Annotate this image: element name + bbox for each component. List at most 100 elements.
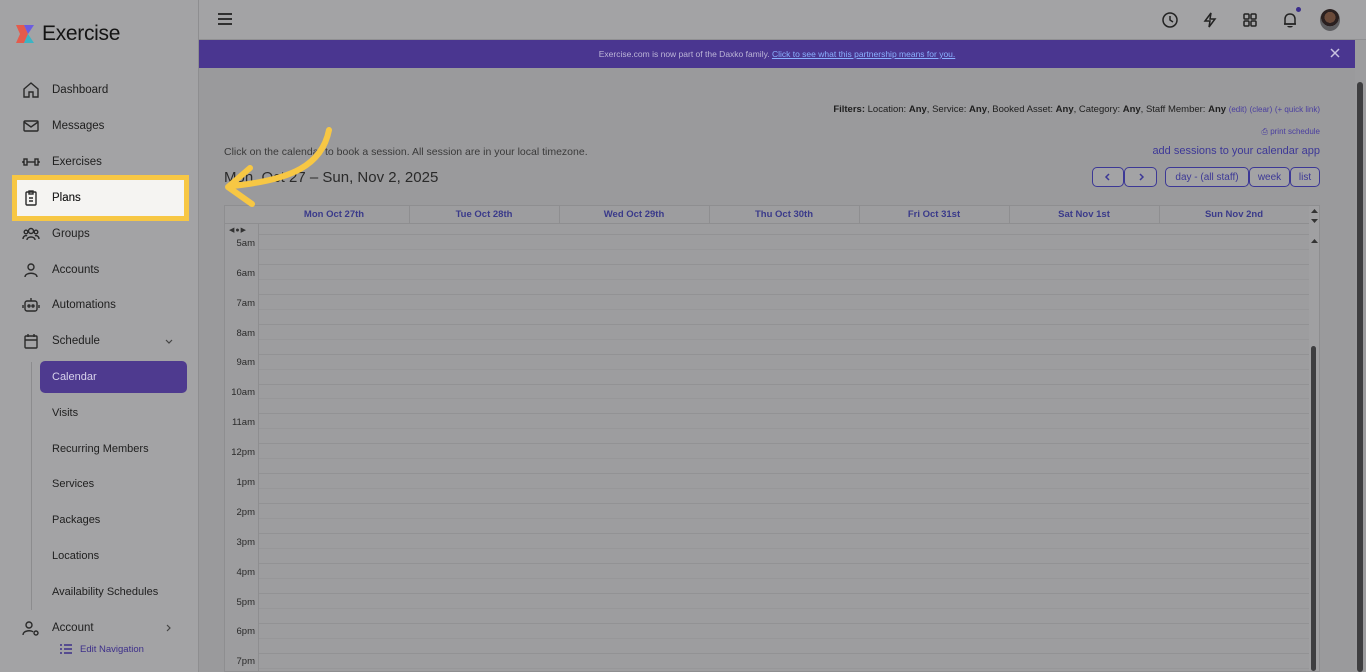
plans-highlight-label: Plans (52, 192, 81, 204)
filter-asset-value: Any (1055, 104, 1074, 115)
banner-message: Exercise.com is now part of the Daxko fa… (199, 49, 1355, 59)
hamburger-menu-icon[interactable] (218, 13, 232, 25)
grid-line (259, 443, 1309, 445)
sidebar-subitem-availability-schedules[interactable]: Availability Schedules (52, 586, 158, 598)
sidebar-subitem-recurring-members[interactable]: Recurring Members (52, 443, 149, 455)
app-logo[interactable]: Exercise (14, 22, 120, 46)
dumbbell-icon (22, 158, 40, 166)
grid-line (259, 338, 1309, 340)
sidebar-item-accounts[interactable]: Accounts (22, 260, 99, 280)
lightning-icon[interactable] (1201, 11, 1219, 29)
edit-navigation-link[interactable]: Edit Navigation (59, 643, 144, 655)
printer-icon: ⎙ (1261, 127, 1268, 136)
mail-icon (23, 120, 39, 132)
list-icon (60, 644, 72, 654)
grid-line (259, 248, 1309, 250)
filter-staff-label: Staff Member: (1145, 104, 1206, 115)
calendar-icon (24, 334, 38, 349)
apps-grid-icon[interactable] (1241, 11, 1259, 29)
sidebar-item-automations[interactable]: Automations (22, 295, 116, 315)
sidebar-item-label: Account (52, 622, 94, 634)
page-scrollbar[interactable] (1355, 40, 1366, 672)
day-all-staff-button[interactable]: day - (all staff) (1165, 167, 1249, 187)
next-week-button[interactable] (1124, 167, 1157, 187)
filter-location-value: Any (908, 104, 927, 115)
add-sessions-link[interactable]: add sessions to your calendar app (1152, 145, 1320, 157)
grid-line (259, 278, 1309, 280)
grid-line (259, 518, 1309, 520)
day-header: Sat Nov 1st (1058, 209, 1110, 220)
grid-line (259, 488, 1309, 490)
hour-label: 2pm (236, 507, 255, 518)
list-view-button[interactable]: list (1290, 167, 1320, 187)
sidebar-item-account[interactable]: Account (22, 618, 94, 638)
scroll-up-icon (1311, 239, 1318, 243)
filters-quick-link[interactable]: (+ quick link) (1275, 105, 1320, 114)
bell-icon[interactable] (1281, 11, 1299, 29)
sidebar-item-label: Groups (52, 228, 90, 240)
users-icon (22, 227, 40, 241)
calendar-scrollbar-thumb[interactable] (1311, 346, 1316, 671)
grid-line (259, 308, 1309, 310)
hour-label: 6am (236, 268, 255, 279)
calendar-scrollbar[interactable] (1309, 206, 1319, 671)
sidebar-subitem-visits[interactable]: Visits (52, 407, 78, 419)
clock-icon[interactable] (1161, 11, 1179, 29)
grid-line (259, 263, 1309, 265)
filters-edit-link[interactable]: (edit) (1229, 105, 1247, 114)
print-schedule-link[interactable]: ⎙ print schedule (1262, 127, 1320, 137)
grid-line (259, 293, 1309, 295)
sidebar-item-dashboard[interactable]: Dashboard (22, 80, 108, 100)
grid-line (259, 503, 1309, 505)
grid-line (259, 637, 1309, 639)
banner-link[interactable]: Click to see what this partnership means… (772, 49, 955, 59)
grid-line (259, 607, 1309, 609)
grid-line (259, 622, 1309, 624)
sidebar-item-messages[interactable]: Messages (22, 116, 104, 136)
sidebar-item-label: Accounts (52, 264, 100, 276)
day-header: Thu Oct 30th (754, 209, 814, 220)
home-icon (23, 82, 39, 98)
avatar[interactable] (1320, 9, 1340, 31)
day-header: Tue Oct 28th (455, 209, 513, 220)
grid-line (259, 458, 1309, 460)
sidebar-subitem-services[interactable]: Services (52, 478, 94, 490)
calendar-hint: Click on the calendar to book a session.… (224, 146, 588, 158)
week-calendar[interactable]: Mon Oct 27th Tue Oct 28th Wed Oct 29th T… (224, 205, 1320, 672)
chevron-down-icon[interactable] (164, 337, 174, 347)
filter-asset-label: Booked Asset: (992, 104, 1054, 115)
filters-line: Filters: Location: Any, Service: Any, Bo… (833, 104, 1320, 115)
time-axis: 5am 6am 7am 8am 9am 10am 11am 12pm 1pm 2… (225, 224, 259, 671)
chevron-right-icon[interactable] (164, 623, 174, 633)
grid-line (259, 562, 1309, 564)
sidebar-subitem-calendar[interactable]: Calendar (40, 361, 187, 393)
filter-service-label: Service: (932, 104, 967, 115)
notification-dot (1296, 7, 1301, 12)
week-view-button[interactable]: week (1249, 167, 1290, 187)
grid-line (259, 667, 1309, 669)
hour-label: 7pm (236, 656, 255, 667)
day-header: Fri Oct 31st (907, 209, 961, 220)
sidebar-item-groups[interactable]: Groups (22, 224, 90, 244)
hour-label: 10am (231, 387, 255, 398)
page-scrollbar-thumb[interactable] (1357, 82, 1363, 672)
clipboard-icon (25, 190, 37, 206)
user-settings-icon (22, 621, 39, 636)
sidebar-subitem-locations[interactable]: Locations (52, 550, 99, 562)
hour-label: 7am (236, 298, 255, 309)
filter-category-value: Any (1122, 104, 1141, 115)
prev-week-button[interactable] (1092, 167, 1124, 187)
sidebar-item-schedule[interactable]: Schedule (22, 331, 100, 351)
date-range-title: Mon, Oct 27 – Sun, Nov 2, 2025 (224, 169, 439, 186)
filter-service-value: Any (969, 104, 987, 115)
grid-line (259, 234, 1309, 235)
sidebar-subitem-packages[interactable]: Packages (52, 514, 100, 526)
close-icon[interactable] (1329, 47, 1341, 59)
edit-navigation-label: Edit Navigation (80, 643, 144, 655)
user-icon (24, 263, 38, 278)
filters-clear-link[interactable]: (clear) (1250, 105, 1273, 114)
sidebar-item-exercises[interactable]: Exercises (22, 152, 102, 172)
robot-icon (22, 298, 40, 312)
grid-line (259, 652, 1309, 654)
print-schedule-label: print schedule (1270, 127, 1320, 136)
